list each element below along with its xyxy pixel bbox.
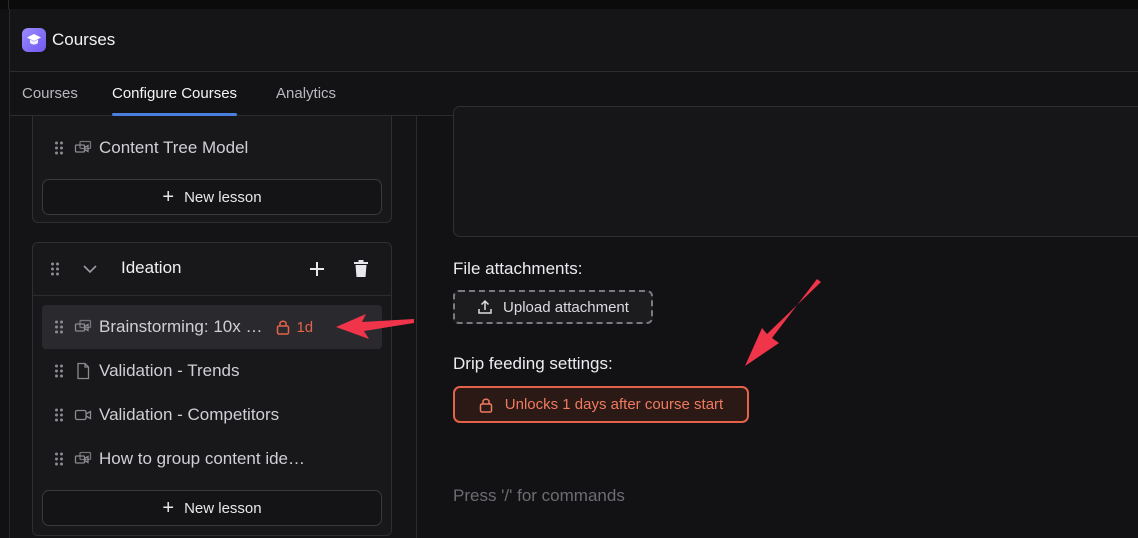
- lesson-title: Content Tree Model: [99, 138, 249, 157]
- video-icon: [74, 409, 92, 421]
- tab-analytics[interactable]: Analytics: [276, 72, 336, 116]
- upload-attachment-label: Upload attachment: [503, 298, 629, 316]
- mixed-media-icon: [74, 140, 92, 153]
- lesson-title: How to group content ide…: [99, 449, 306, 468]
- new-lesson-label: New lesson: [184, 499, 262, 517]
- drip-days-label: 1d: [296, 318, 314, 336]
- lock-icon: [479, 398, 493, 413]
- lesson-editor-panel: File attachments: Upload attachment Drip…: [418, 106, 1138, 538]
- plus-icon: +: [162, 497, 175, 519]
- drag-handle-icon[interactable]: [54, 407, 64, 423]
- lock-icon: [277, 320, 290, 335]
- file-attachments-label: File attachments:: [453, 259, 583, 278]
- editor-placeholder: Press '/' for commands: [453, 486, 625, 505]
- drag-handle-icon[interactable]: [50, 261, 60, 277]
- app-titlebar: Courses: [9, 9, 1138, 72]
- tab-courses[interactable]: Courses: [22, 72, 78, 116]
- lesson-item[interactable]: Validation - Competitors: [42, 393, 382, 437]
- section-title: Ideation: [121, 258, 182, 277]
- drag-handle-icon[interactable]: [54, 140, 64, 156]
- new-lesson-label: New lesson: [184, 188, 262, 206]
- graduation-cap-icon: [22, 28, 46, 52]
- drip-unlock-label: Unlocks 1 days after course start: [504, 396, 724, 413]
- chevron-down-icon[interactable]: [82, 263, 98, 275]
- drag-handle-icon[interactable]: [54, 363, 64, 379]
- window-top-strip: [0, 0, 1138, 9]
- trash-icon[interactable]: [352, 259, 370, 278]
- add-lesson-icon[interactable]: [308, 260, 326, 278]
- mixed-media-icon: [74, 319, 92, 332]
- mixed-media-icon: [74, 451, 92, 464]
- lesson-item-selected[interactable]: Brainstorming: 10x … 1d: [42, 305, 382, 349]
- lesson-content-editor[interactable]: [453, 106, 1138, 237]
- drip-feeding-label: Drip feeding settings:: [453, 354, 613, 373]
- lesson-title: Validation - Competitors: [99, 405, 280, 424]
- new-lesson-button[interactable]: + New lesson: [42, 490, 382, 526]
- lesson-item[interactable]: How to group content ide…: [42, 437, 382, 481]
- app-title: Courses: [52, 30, 116, 49]
- course-structure-sidebar: Content Tree Model + New lesson Ideation…: [9, 116, 417, 538]
- drip-lock-badge: 1d: [276, 319, 313, 336]
- new-lesson-button[interactable]: + New lesson: [42, 179, 382, 215]
- lesson-item[interactable]: Content Tree Model: [42, 126, 382, 170]
- lesson-title: Brainstorming: 10x …: [99, 317, 263, 336]
- upload-icon: [478, 299, 492, 314]
- lesson-title: Validation - Trends: [99, 361, 240, 380]
- section-header: Ideation: [33, 242, 391, 296]
- drag-handle-icon[interactable]: [54, 451, 64, 467]
- plus-icon: +: [162, 186, 175, 208]
- drip-unlock-button[interactable]: Unlocks 1 days after course start: [453, 386, 749, 423]
- lesson-item[interactable]: Validation - Trends: [42, 349, 382, 393]
- upload-attachment-button[interactable]: Upload attachment: [453, 290, 653, 324]
- document-icon: [77, 362, 90, 380]
- tab-configure-courses[interactable]: Configure Courses: [112, 72, 238, 116]
- drag-handle-icon[interactable]: [54, 319, 64, 335]
